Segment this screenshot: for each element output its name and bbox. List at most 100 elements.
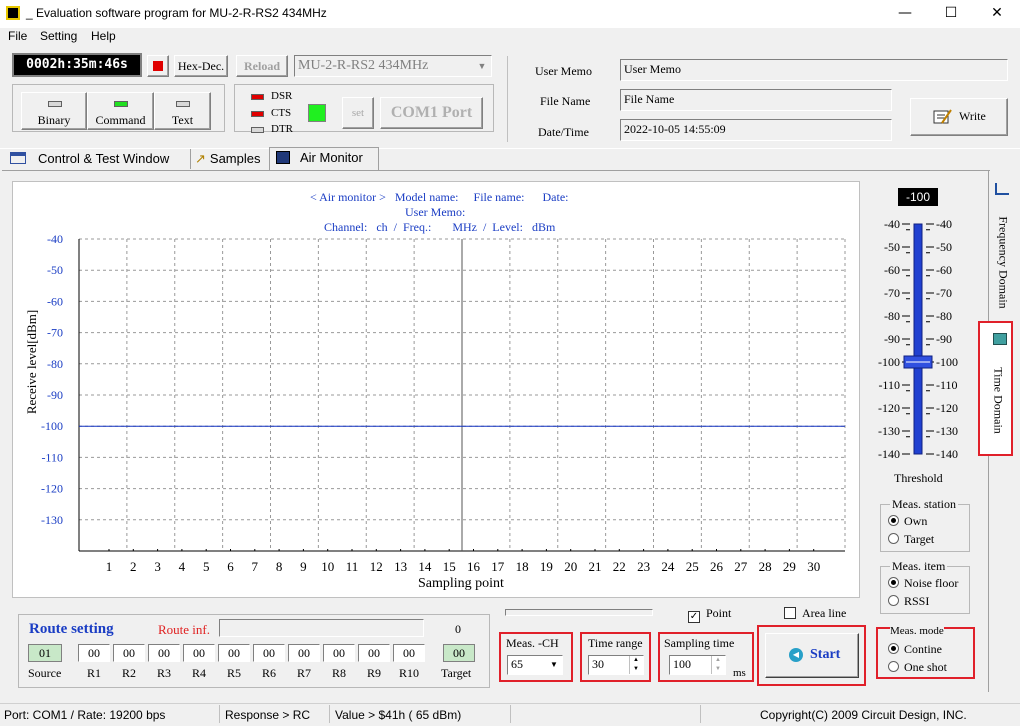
x-tick-label: 19 [540, 559, 553, 574]
target-field[interactable]: 00 [443, 644, 475, 662]
time-range-label: Time range [588, 636, 643, 650]
threshold-label: Threshold [894, 471, 943, 485]
slider-tick-label: -60 [884, 263, 900, 277]
slider-tick-label: -100 [878, 355, 900, 369]
sampling-time-label: Sampling time [664, 636, 735, 650]
contine-radio[interactable]: Contine [888, 642, 942, 657]
y-tick-label: -80 [47, 357, 63, 371]
repeater-field[interactable]: 00 [253, 644, 285, 662]
own-radio[interactable]: Own [888, 514, 927, 529]
repeater-label: R10 [398, 666, 419, 680]
slider-tick-label: -90 [884, 332, 900, 346]
tab-time-domain[interactable]: Time Domain [978, 321, 1013, 456]
chart-plot: -40-50-60-70-80-90-100-110-120-1301 2 3 4 5 6… [41, 232, 846, 574]
x-tick-label: 30 [807, 559, 820, 574]
meas-ch-label: Meas. -CH [506, 636, 559, 650]
threshold-display: -100 [898, 188, 938, 206]
status-response: Response > RC [225, 708, 311, 722]
slider-tick-label: -70 [936, 286, 952, 300]
point-checkbox[interactable]: ✓ Point [688, 606, 731, 623]
y-tick-label: -70 [47, 326, 63, 340]
x-tick-label: 24 [661, 559, 675, 574]
maximize-icon[interactable]: ☐ [928, 0, 974, 28]
close-icon[interactable]: ✕ [974, 0, 1020, 28]
repeater-label: R2 [121, 666, 136, 680]
route-inf-field[interactable] [219, 619, 424, 637]
slider-tick-label: -130 [878, 424, 900, 438]
slider-tick-label: -120 [936, 401, 958, 415]
y-tick-label: -40 [47, 232, 63, 246]
repeater-label: R5 [226, 666, 241, 680]
y-tick-label: -120 [41, 482, 63, 496]
meas-item-title: Meas. item [890, 559, 948, 574]
y-tick-label: -90 [47, 388, 63, 402]
repeater-field[interactable]: 00 [358, 644, 390, 662]
x-tick-label: 6 [227, 559, 234, 574]
sampling-time-stepper[interactable]: 100 ▲ ▼ [669, 655, 726, 675]
y-tick-label: -110 [41, 450, 63, 464]
meas-ch-select[interactable]: 65 ▼ [507, 655, 563, 675]
repeater-field[interactable]: 00 [323, 644, 355, 662]
write-button[interactable]: Write [910, 98, 1008, 136]
status-port: Port: COM1 / Rate: 19200 bps [4, 708, 166, 722]
x-tick-label: 2 [130, 559, 137, 574]
spin-icon[interactable]: ▲ ▼ [629, 656, 642, 674]
ms-label: ms [733, 667, 746, 679]
slider-tick-label: -80 [936, 309, 952, 323]
slider-tick-label: -110 [878, 378, 900, 392]
slider-track [913, 223, 923, 455]
slider-tick-label: -120 [878, 401, 900, 415]
status-copyright: Copyright(C) 2009 Circuit Design, INC. [760, 708, 967, 722]
play-icon: ◀ [789, 648, 803, 662]
x-tick-label: 8 [276, 559, 283, 574]
slider-tick-label: -50 [884, 240, 900, 254]
repeater-field[interactable]: 00 [393, 644, 425, 662]
route-setting-title: Route setting [29, 621, 114, 637]
slider-tick-label: -80 [884, 309, 900, 323]
route-inf-label: Route inf. [158, 622, 210, 637]
x-tick-label: 20 [564, 559, 577, 574]
x-tick-label: 29 [783, 559, 796, 574]
time-icon [993, 333, 1007, 345]
meas-mode-title: Meas. mode [890, 625, 944, 637]
slider-tick-label: -100 [936, 355, 958, 369]
target-radio[interactable]: Target [888, 532, 934, 547]
spin-icon[interactable]: ▲ ▼ [711, 656, 724, 674]
repeater-label: R7 [296, 666, 311, 680]
x-tick-label: 28 [759, 559, 772, 574]
one-shot-radio[interactable]: One shot [888, 660, 947, 675]
source-field[interactable]: 01 [28, 644, 62, 662]
repeater-field[interactable]: 00 [113, 644, 145, 662]
chevron-down-icon[interactable]: ▼ [547, 657, 561, 673]
threshold-slider[interactable]: -40 -40 -50 -50 -60 -60 -70 -70 -80 -80 -90 -90 -100… [862, 210, 972, 470]
check-icon: ✓ [688, 611, 700, 623]
x-tick-label: 12 [370, 559, 383, 574]
frequency-icon [995, 183, 1009, 195]
area-line-checkbox[interactable]: Area line [784, 606, 846, 621]
slider-tick-label: -70 [884, 286, 900, 300]
minimize-icon[interactable]: — [882, 0, 928, 28]
rssi-radio[interactable]: RSSI [888, 594, 929, 609]
meas-station-title: Meas. station [890, 497, 958, 512]
start-button[interactable]: ◀ Start [765, 633, 859, 678]
x-tick-label: 9 [300, 559, 307, 574]
repeater-field[interactable]: 00 [288, 644, 320, 662]
x-tick-label: 5 [203, 559, 210, 574]
noise-floor-radio[interactable]: Noise floor [888, 576, 958, 591]
repeater-field[interactable]: 00 [148, 644, 180, 662]
slider-tick-label: -140 [878, 447, 900, 461]
repeater-label: R9 [366, 666, 381, 680]
x-tick-label: 18 [516, 559, 529, 574]
x-tick-label: 3 [154, 559, 161, 574]
x-tick-label: 1 [106, 559, 113, 574]
time-range-stepper[interactable]: 30 ▲ ▼ [588, 655, 644, 675]
repeater-label: R3 [156, 666, 171, 680]
x-tick-label: 22 [613, 559, 626, 574]
x-tick-label: 25 [686, 559, 699, 574]
repeater-field[interactable]: 00 [218, 644, 250, 662]
repeater-field[interactable]: 00 [183, 644, 215, 662]
tab-frequency-domain[interactable]: Frequency Domain [990, 175, 1014, 315]
y-tick-label: -60 [47, 294, 63, 308]
repeater-field[interactable]: 00 [78, 644, 110, 662]
target-label: Target [441, 666, 472, 680]
